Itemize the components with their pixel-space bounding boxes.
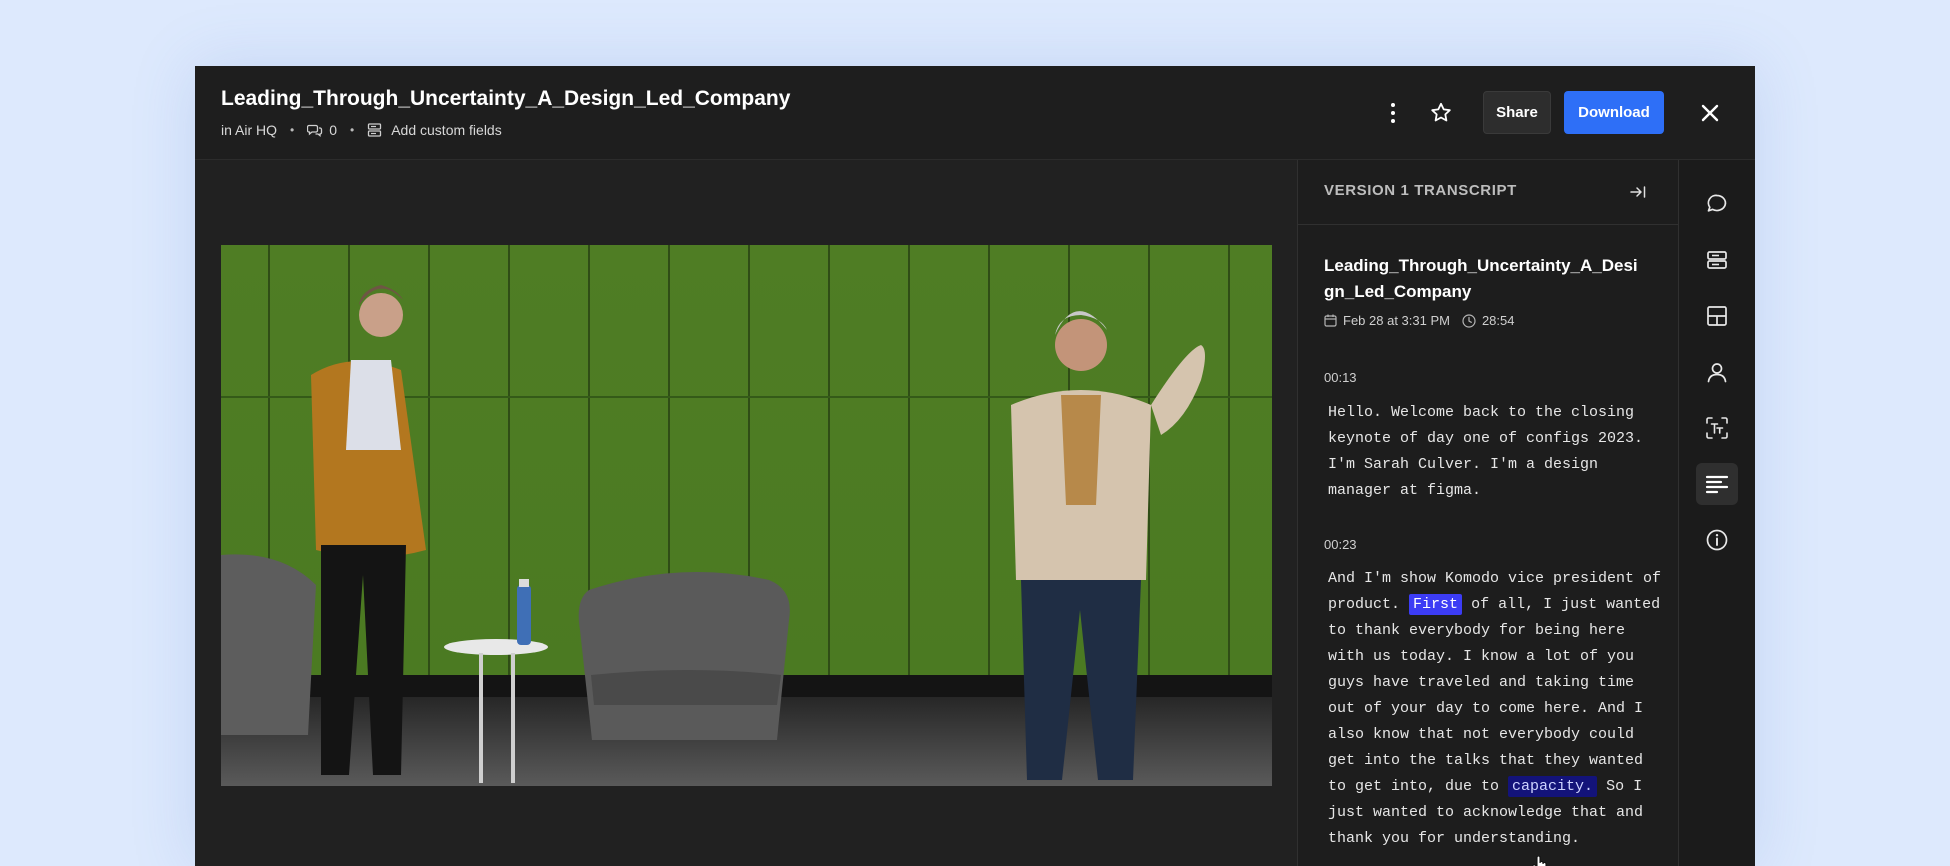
transcript-duration: 28:54 [1481, 313, 1515, 328]
collapse-right-icon [1630, 186, 1646, 198]
favorite-button[interactable] [1426, 98, 1456, 128]
text-recognition-tab[interactable] [1696, 407, 1738, 449]
side-toolbar [1679, 160, 1755, 866]
segment-text: Hello. Welcome back to the closing keyno… [1328, 404, 1644, 499]
people-tab[interactable] [1696, 351, 1738, 393]
comment-icon [1707, 194, 1727, 212]
clock-icon [1462, 313, 1476, 328]
segment-timestamp[interactable]: 00:13 [1324, 370, 1357, 385]
close-icon [1701, 104, 1719, 122]
asset-modal: Leading_Through_Uncertainty_A_Design_Led… [195, 66, 1755, 866]
collapse-panel-button[interactable] [1626, 180, 1650, 204]
comment-count-icon [307, 124, 323, 137]
transcript-icon [1705, 475, 1729, 494]
transcript-file-name: Leading_Through_Uncertainty_A_Design_Led… [1324, 256, 1638, 301]
video-frame [221, 245, 1272, 786]
segment-timestamp[interactable]: 00:23 [1324, 537, 1357, 552]
text-recognition-icon [1706, 417, 1728, 439]
comments-tab[interactable] [1696, 183, 1738, 225]
video-player[interactable] [221, 245, 1272, 786]
highlighted-word-hover[interactable]: capacity. [1508, 776, 1598, 797]
asset-title: Leading_Through_Uncertainty_A_Design_Led… [221, 87, 791, 110]
layout-icon [1707, 306, 1727, 326]
layout-tab[interactable] [1696, 295, 1738, 337]
close-button[interactable] [1695, 98, 1725, 128]
transcript-tab[interactable] [1696, 463, 1738, 505]
star-icon [1431, 102, 1451, 122]
transcript-panel-header: VERSION 1 TRANSCRIPT [1298, 160, 1678, 225]
add-custom-fields-button[interactable]: Add custom fields [391, 122, 502, 138]
transcript-date: Feb 28 at 3:31 PM [1343, 313, 1450, 328]
meta-separator: • [290, 123, 295, 137]
location-link[interactable]: in Air HQ [221, 122, 277, 138]
asset-meta: in Air HQ • 0 • Add custom fields [221, 122, 502, 138]
person-icon [1707, 363, 1727, 383]
custom-fields-icon [368, 123, 382, 137]
calendar-icon [1324, 314, 1337, 327]
info-icon [1706, 529, 1728, 551]
transcript-panel-title: VERSION 1 TRANSCRIPT [1324, 182, 1517, 199]
download-button[interactable]: Download [1564, 91, 1664, 134]
segment-text: And I'm show Komodo vice president of pr… [1328, 566, 1664, 852]
segment-text-part: of all, I just wanted to thank everybody… [1328, 596, 1661, 795]
transcript-panel: VERSION 1 TRANSCRIPT Leading_Through_Unc… [1297, 160, 1679, 866]
pointer-cursor-icon [1532, 856, 1547, 866]
media-viewer [195, 160, 1297, 866]
meta-separator: • [350, 123, 355, 137]
highlighted-word-active[interactable]: First [1409, 594, 1463, 615]
comment-count[interactable]: 0 [329, 122, 337, 138]
custom-fields-icon [1707, 251, 1727, 269]
more-vertical-icon [1391, 103, 1395, 123]
modal-header: Leading_Through_Uncertainty_A_Design_Led… [195, 66, 1755, 160]
share-button[interactable]: Share [1483, 91, 1551, 134]
custom-fields-tab[interactable] [1696, 239, 1738, 281]
more-options-button[interactable] [1379, 98, 1407, 128]
info-tab[interactable] [1696, 519, 1738, 561]
transcript-file-meta: Feb 28 at 3:31 PM 28:54 [1324, 313, 1515, 328]
